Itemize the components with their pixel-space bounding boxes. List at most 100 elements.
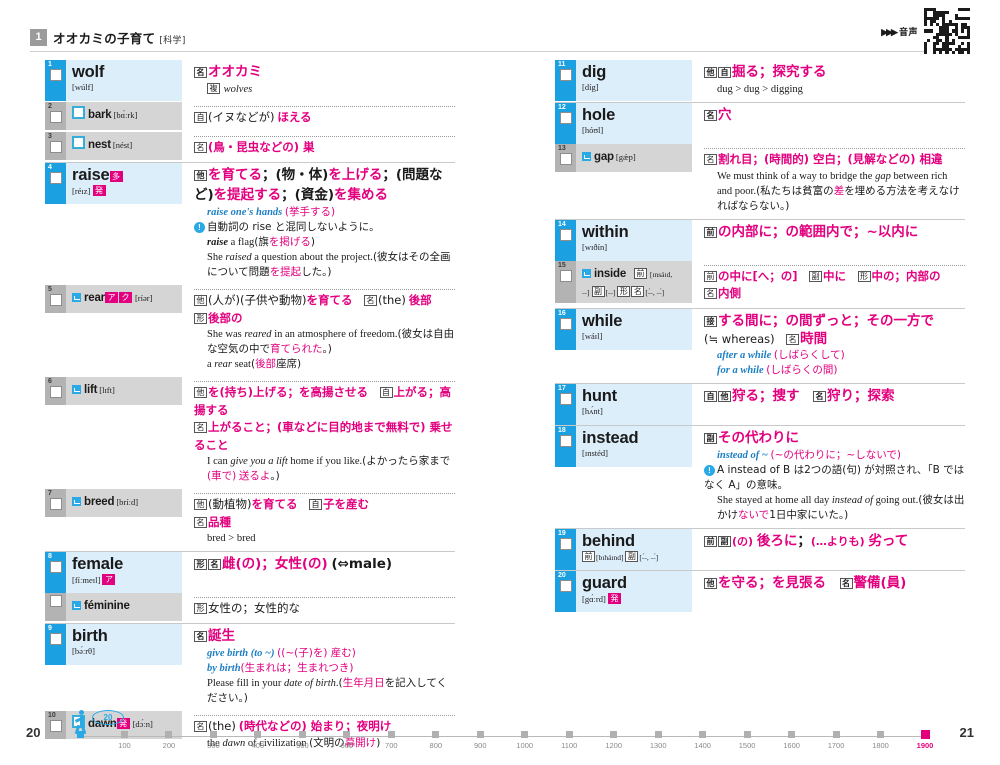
vocab-entry[interactable]: 16 while [wáɪl] 接する間に；の間ずっと；その一方で (≒ wherea… <box>555 307 965 384</box>
checkbox[interactable] <box>49 172 62 184</box>
vocab-entry[interactable]: 4 raise 多 [réɪz] 発他を育てる；(物・体)を上げる；(問題など)を提起… <box>45 162 455 285</box>
entry-divider <box>194 106 455 107</box>
checkbox[interactable] <box>49 595 62 607</box>
headword-box[interactable]: 2 bark [bɑ́ːrk] <box>45 102 182 130</box>
definition-line: raise one's hands (挙手する) <box>207 206 336 218</box>
vocab-entry[interactable]: 5 rear アク [ríər] 他 (人が)(子供や動物)を育てる 名 (the) 後部… <box>45 285 455 377</box>
progress-tick <box>209 731 217 738</box>
vocab-entry[interactable]: 15 inside 前 [ɪnsáɪd, ˗˗] 副 [˗˗] 形名 [˗́˗, ˗˗́… <box>555 260 965 308</box>
headword-box[interactable]: 1 wolf [wúlf] <box>45 60 182 101</box>
definition-line: 名上がること；(車などに目的地まで無料で) 乗せること <box>194 420 453 452</box>
checkbox[interactable] <box>49 386 62 398</box>
pronunciation: [bə́ːrθ] <box>72 646 95 656</box>
vocab-entry[interactable]: 17 hunt [hʌ́nt] 自他狩る；捜す 名狩り；探索 <box>555 383 965 425</box>
entry-number-tab: 20 <box>555 571 576 612</box>
headword-box[interactable]: 11 dig [díg] <box>555 60 692 101</box>
pronunciation: [bɑ́ːrk] <box>113 110 138 120</box>
vocab-entry[interactable]: 7 breed [bríːd] 他 (動植物)を育てる 自子を産む名品種 bred > … <box>45 489 455 551</box>
vocab-entry[interactable]: 1 wolf [wúlf] 名オオカミ複 wolves <box>45 60 455 102</box>
vocab-entry[interactable]: 13 gap [gǽp] 名割れ目；(時間的) 空白；(見解などの) 相違 We mu… <box>555 144 965 219</box>
headword-box[interactable]: 6 lift [lɪft] <box>45 377 182 405</box>
audio-qr-block[interactable]: ▶▶▶ 音声 <box>881 8 970 54</box>
vocab-entry[interactable]: 20 guard [gɑ́ːrd] 発他を守る；を見張る 名警備(員) <box>555 570 965 612</box>
checkbox[interactable] <box>559 538 572 550</box>
checkbox[interactable] <box>559 153 572 165</box>
entry-number: 4 <box>48 164 52 171</box>
checkbox[interactable] <box>49 294 62 306</box>
entry-number-tab: 9 <box>45 624 66 665</box>
vocab-entry[interactable]: 8 female [fíːmeɪl] ア形名雌(の)；女性(の) (⇔male) <box>45 551 455 593</box>
headword-box[interactable]: 12 hole [hóʊl] <box>555 103 692 144</box>
checkbox[interactable] <box>49 111 62 123</box>
page-number-left: 20 <box>26 725 41 740</box>
entry-divider <box>704 148 965 149</box>
checkbox[interactable] <box>559 393 572 405</box>
headword: while <box>582 311 623 330</box>
vocab-entry[interactable]: 11 dig [díg] 他自掘る；探究する dug > dug > digging <box>555 60 965 102</box>
headword-box[interactable]: 17 hunt [hʌ́nt] <box>555 384 692 425</box>
headword-box[interactable]: 8 female [fíːmeɪl] ア <box>45 552 182 593</box>
progress-tick-label: 1000 <box>516 741 534 750</box>
headword-text: within [wɪðín] <box>576 220 692 261</box>
headword-box[interactable]: 15 inside 前 [ɪnsáɪd, ˗˗] 副 [˗˗] 形名 [˗́˗, ˗˗́… <box>555 260 692 303</box>
vocab-entry[interactable]: 6 lift [lɪft] 他を(持ち)上げる；を高揚させる 自上がる；高揚する名上… <box>45 377 455 489</box>
pronunciation: [ɪnstéd] <box>582 448 608 458</box>
checkbox[interactable] <box>49 633 62 645</box>
checkbox[interactable] <box>559 317 572 330</box>
headword-box[interactable]: 3 nest [nést] <box>45 132 182 160</box>
checkbox[interactable] <box>49 498 62 510</box>
entry-number: 2 <box>48 103 52 110</box>
speaker-square-icon <box>582 268 591 278</box>
vocab-entry[interactable]: 12 hole [hóʊl] 名穴 <box>555 102 965 144</box>
checkbox[interactable] <box>559 580 572 592</box>
entry-number-tab: 19 <box>555 529 576 570</box>
entry-number: 15 <box>558 261 566 269</box>
progress-tick <box>699 731 707 738</box>
checkbox[interactable] <box>559 228 572 241</box>
checkbox[interactable] <box>559 69 572 81</box>
definition-line: We must think of a way to bridge the gap… <box>717 170 960 212</box>
headword-box[interactable]: 19 behind 前 [bɪháɪnd] 副 [˗́˗, ˗˗́] <box>555 529 692 570</box>
vocab-entry[interactable]: 19 behind 前 [bɪháɪnd] 副 [˗́˗, ˗˗́] 前副 (の) 後ろに… <box>555 528 965 570</box>
progress-tick-label: 100 <box>118 741 131 750</box>
definition-line: She raised a question about the project.… <box>207 251 451 278</box>
checkbox[interactable] <box>559 435 572 447</box>
entry-divider <box>704 264 965 266</box>
checkbox[interactable] <box>49 141 62 153</box>
vocab-entry[interactable]: 9 birth [bə́ːrθ] 名誕生 give birth (to ~) ((~(… <box>45 623 455 711</box>
vocab-entry[interactable]: 18 instead [ɪnstéd] 副その代わりに instead of ~ (~… <box>555 425 965 528</box>
vocab-entry[interactable]: féminine 形女性の；女性的な <box>45 593 455 623</box>
checkbox[interactable] <box>559 269 572 282</box>
definition-line: 他 (動植物)を育てる 自子を産む <box>194 496 455 514</box>
qr-code-icon[interactable] <box>924 8 970 54</box>
definition-line: 他自掘る；探究する <box>704 62 965 82</box>
vocab-entry[interactable]: 2 bark [bɑ́ːrk] 自 (イヌなどが) ほえる <box>45 102 455 132</box>
headword-box[interactable]: 14 within [wɪðín] <box>555 219 692 261</box>
headword-box[interactable]: 4 raise 多 [réɪz] 発 <box>45 163 182 204</box>
headword-box[interactable]: féminine <box>45 593 182 621</box>
vocab-entry[interactable]: 3 nest [nést] 名 (鳥・昆虫などの) 巣 <box>45 132 455 162</box>
headword-text: birth [bə́ːrθ] <box>66 624 182 665</box>
entry-number-tab: 3 <box>45 132 66 160</box>
checkbox[interactable] <box>49 69 62 81</box>
headword-text: féminine <box>66 593 182 621</box>
definition-line: raise a flag(旗を掲げる) <box>207 236 315 248</box>
headword-box[interactable]: 7 breed [bríːd] <box>45 489 182 517</box>
headword-box[interactable]: 9 birth [bə́ːrθ] <box>45 624 182 665</box>
header-divider <box>30 51 970 52</box>
vocab-entry[interactable]: 14 within [wɪðín] 前の内部に；の範囲内で；~以内に <box>555 218 965 261</box>
headword-box[interactable]: 20 guard [gɑ́ːrd] 発 <box>555 571 692 612</box>
headword-box[interactable]: 16 while [wáɪl] <box>555 308 692 350</box>
definition-block: 名オオカミ複 wolves <box>182 60 455 102</box>
checkbox[interactable] <box>559 112 572 124</box>
headword-box[interactable]: 18 instead [ɪnstéd] <box>555 426 692 467</box>
speaker-square-icon <box>72 385 81 394</box>
headword-box[interactable]: 13 gap [gǽp] <box>555 144 692 172</box>
checkbox[interactable] <box>49 561 62 573</box>
headword-box[interactable]: 5 rear アク [ríər] <box>45 285 182 313</box>
speaker-square-icon <box>72 497 81 506</box>
definition-line: 名品種 <box>194 514 455 532</box>
definition-line: 名割れ目；(時間的) 空白；(見解などの) 相違 <box>704 151 965 169</box>
entry-number: 16 <box>558 309 566 317</box>
runner-bubble: 20 <box>92 710 124 725</box>
